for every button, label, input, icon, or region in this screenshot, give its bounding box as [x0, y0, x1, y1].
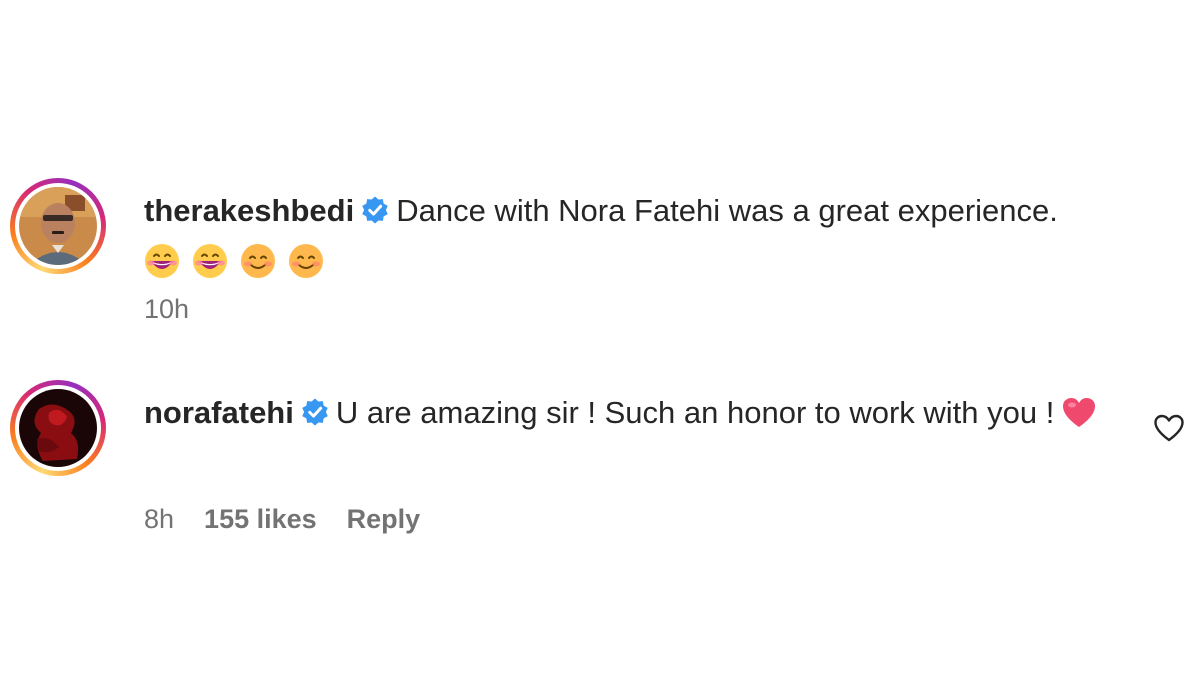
- username[interactable]: norafatehi: [144, 395, 294, 430]
- avatar[interactable]: [10, 380, 106, 476]
- smiling-face-icon: [289, 244, 323, 278]
- heart-icon: [1063, 398, 1096, 427]
- emoji-row: [144, 243, 324, 279]
- comment-meta: 8h 155 likes Reply: [144, 504, 420, 535]
- comment-meta: 10h: [144, 294, 189, 325]
- smiling-face-icon: [241, 244, 275, 278]
- comments-page: therakeshbedi Dance with Nora Fatehi was…: [0, 0, 1200, 700]
- comment-text: U are amazing sir ! Such an honor to wor…: [335, 395, 1055, 430]
- username[interactable]: therakeshbedi: [144, 193, 354, 228]
- likes-count[interactable]: 155 likes: [204, 504, 317, 535]
- comment-time: 8h: [144, 504, 175, 534]
- grinning-face-icon: [145, 244, 179, 278]
- heart-outline-icon[interactable]: [1153, 413, 1185, 443]
- comment-body: therakeshbedi Dance with Nora Fatehi was…: [144, 186, 1134, 286]
- avatar[interactable]: [10, 178, 106, 274]
- comment-body: norafatehi U are amazing sir ! Such an h…: [144, 388, 1134, 438]
- reply-button[interactable]: Reply: [347, 504, 421, 535]
- verified-badge-icon: [302, 398, 328, 426]
- grinning-face-icon: [193, 244, 227, 278]
- verified-badge-icon: [362, 196, 388, 224]
- comment-time: 10h: [144, 294, 190, 324]
- comment-text: Dance with Nora Fatehi was a great exper…: [396, 193, 1058, 228]
